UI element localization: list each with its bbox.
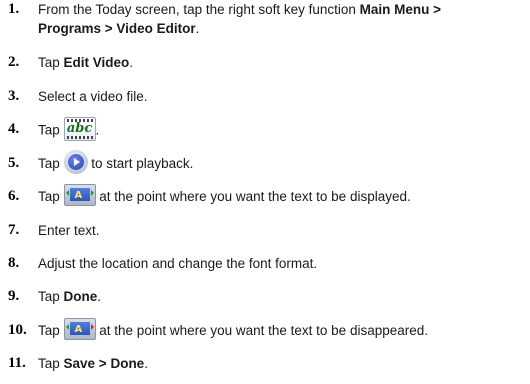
step-menu-path: Main Menu > [359,2,442,17]
step-text: Tap Edit Video. [38,54,133,71]
step-text-plain: Tap [38,289,64,304]
step-text-continued: Programs > Video Editor. [38,20,199,37]
step-number: 4. [8,121,20,137]
step-text-plain: Tap [38,323,64,338]
step-text-plain: Tap [38,122,64,138]
step-text-plain: Tap [38,356,64,371]
step-text: Tap Save > Done. [38,355,148,372]
step-number: 2. [8,54,20,70]
step-text-end: to start playback. [87,156,194,172]
step-text: Tap to start playback. [38,150,194,174]
step-number: 9. [8,288,20,304]
abc-icon-label: abc [66,121,93,136]
step-text-plain: Tap [38,156,64,172]
step-text-end: . [97,289,102,304]
step-button-name: Save > Done [63,356,145,371]
step-text-plain: Tap [38,55,64,70]
step-text: From the Today screen, tap the right sof… [38,1,441,18]
step-button-name: Done [63,289,98,304]
step-text: Tap Done. [38,288,101,305]
step-text-end: . [195,21,200,36]
step-button-name: Edit Video [63,55,130,70]
step-text: Tap A at the point where you want the te… [38,318,429,341]
step-text-plain: From the Today screen, tap the right sof… [38,2,360,17]
step-text-end: . [129,55,134,70]
step-number: 3. [8,88,20,104]
step-text: Enter text. [38,223,100,238]
step-number: 7. [8,222,20,238]
step-number: 11. [8,355,26,371]
step-text-end: . [95,122,100,138]
text-start-icon: A [63,184,96,207]
text-end-icon: A [63,318,96,341]
step-text-end: at the point where you want the text to … [95,323,429,338]
step-text: Adjust the location and change the font … [38,256,318,271]
step-number: 8. [8,255,20,271]
step-text-end: . [144,356,148,371]
play-icon [63,150,88,174]
step-text: Select a video file. [38,89,148,104]
step-number: 10. [8,322,27,338]
film-icon-glyph: A [74,324,83,336]
step-text-end: at the point where you want the text to … [95,189,411,204]
step-number: 5. [8,155,20,171]
step-text: Tap A at the point where you want the te… [38,184,411,207]
step-text-plain: Tap [38,189,64,204]
step-text: Tap abc. [38,117,100,141]
step-number: 1. [8,1,20,17]
abc-text-icon: abc [63,117,96,141]
step-number: 6. [8,188,20,204]
film-icon-glyph: A [74,190,83,202]
step-menu-path-continued: Programs > Video Editor [38,21,196,36]
